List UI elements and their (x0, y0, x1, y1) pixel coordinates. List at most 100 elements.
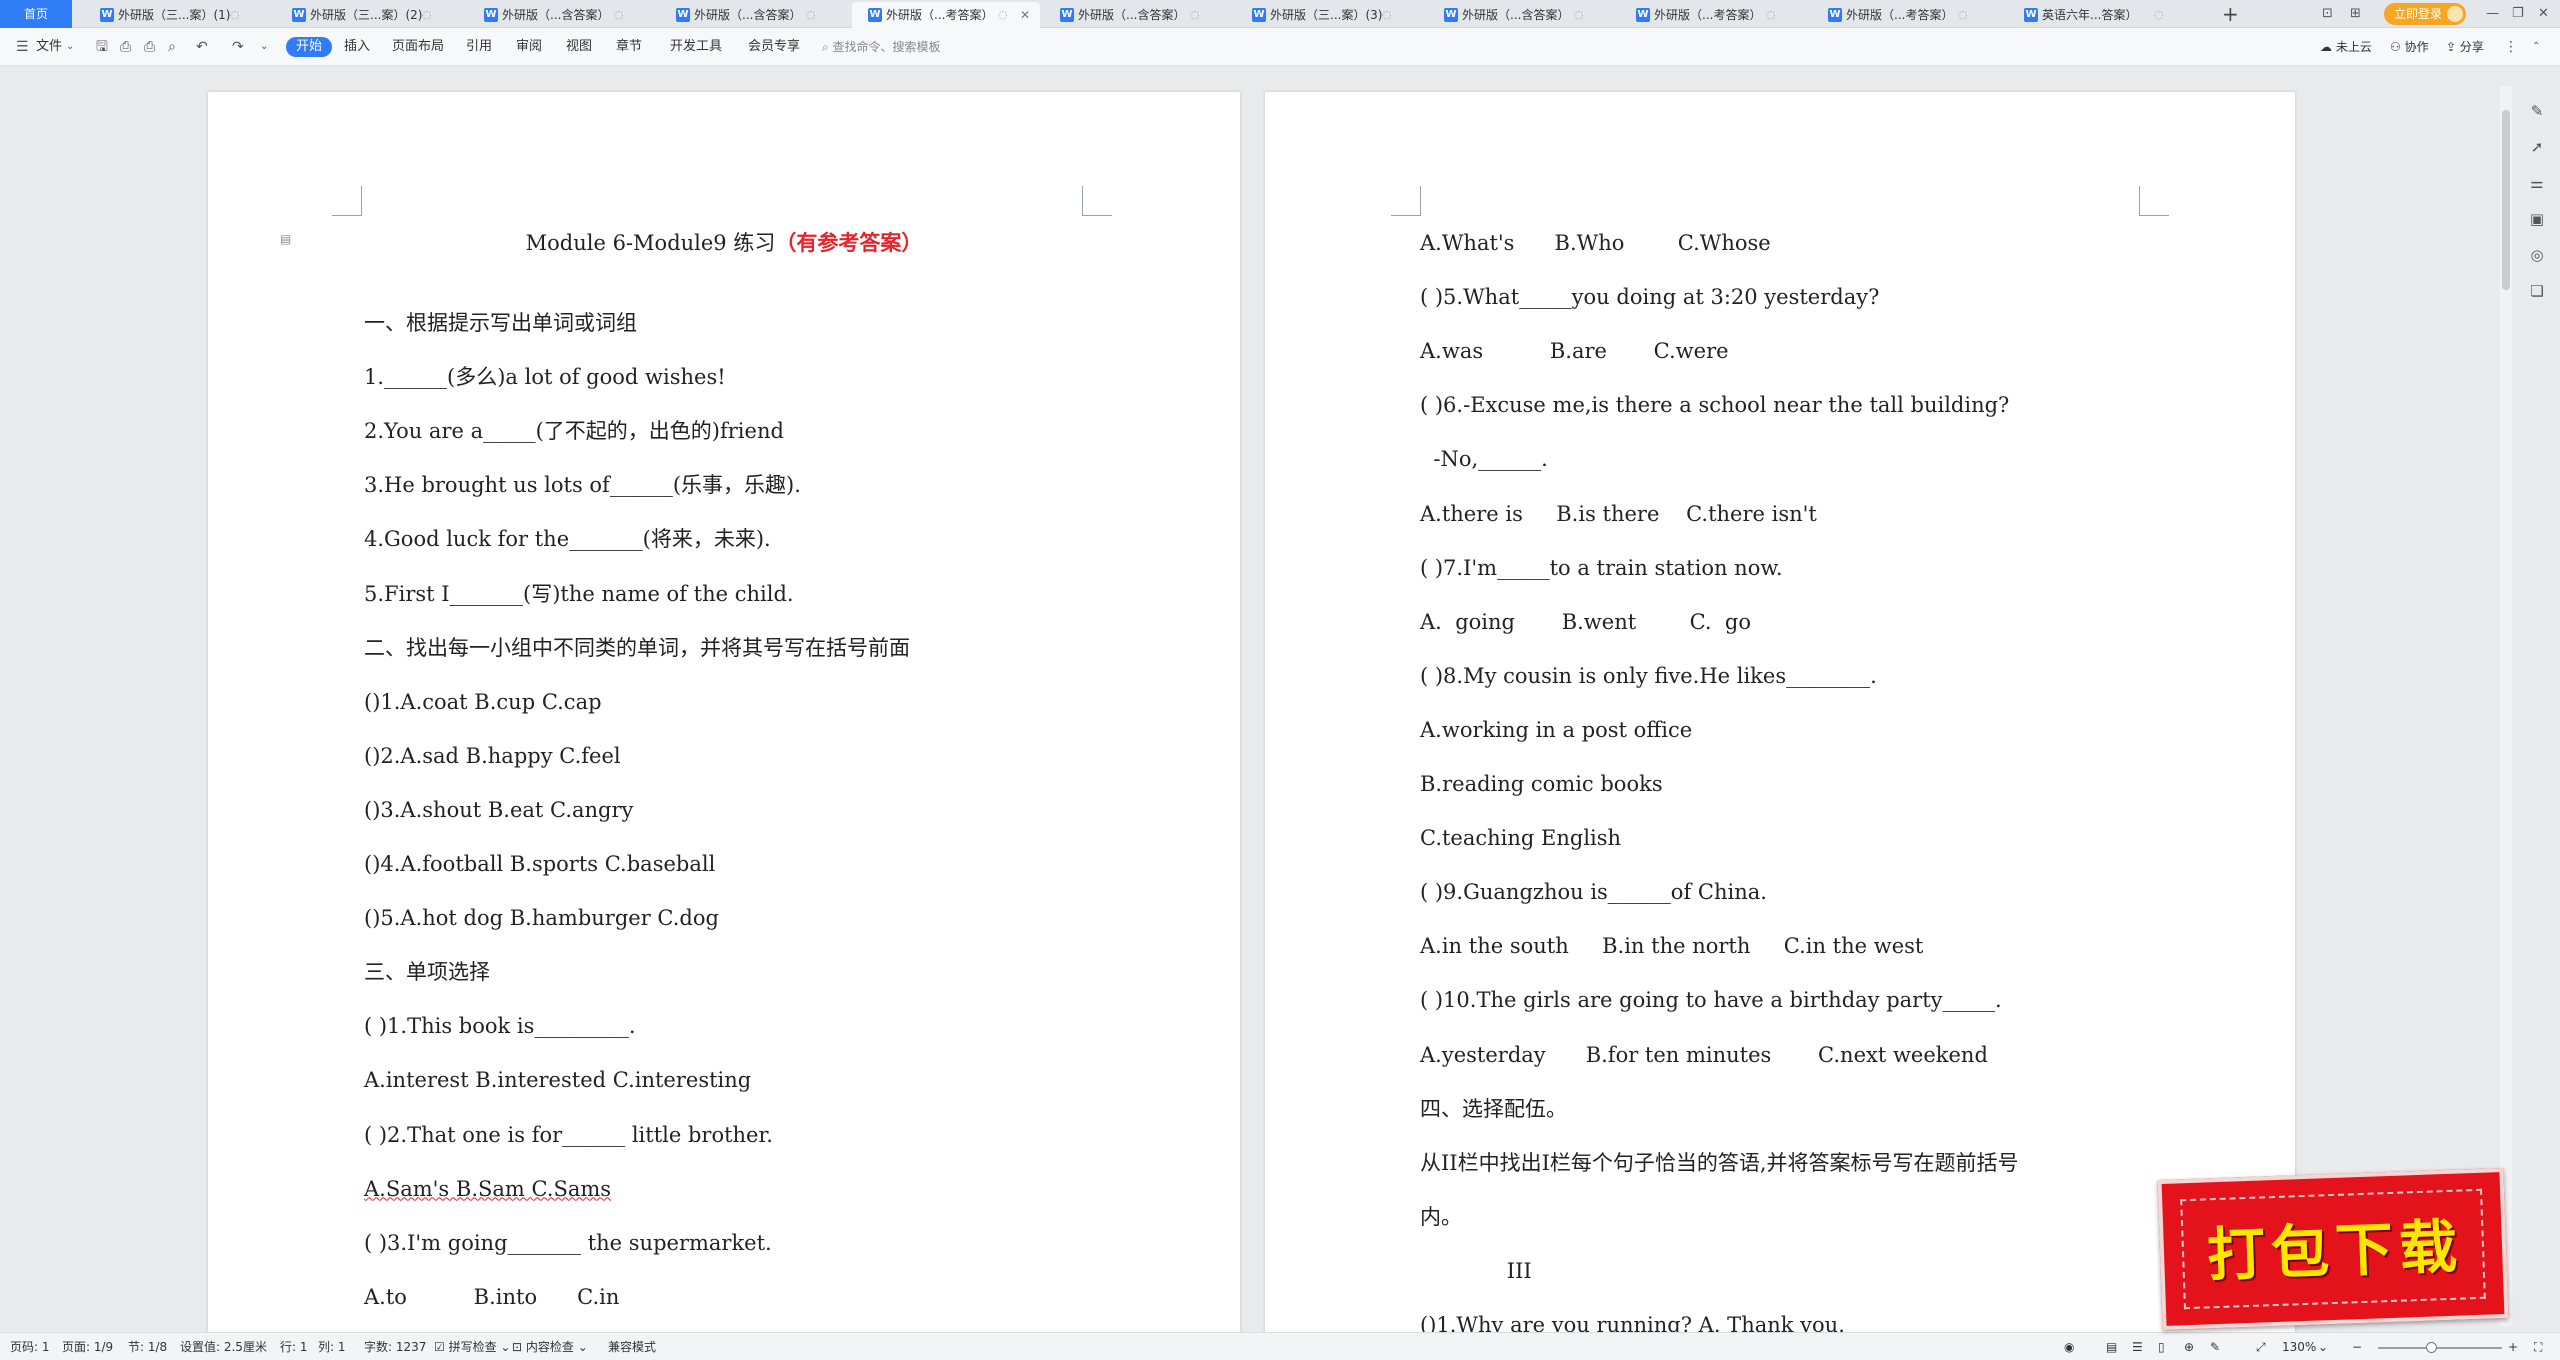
cloud-sync-icon: ◌ (1382, 8, 1392, 21)
command-search[interactable]: ⌕ 查找命令、搜索模板 (822, 37, 941, 57)
title-answer-note: （有参考答案） (775, 230, 923, 255)
save-icon[interactable]: 🖫 (96, 38, 108, 56)
fit-page-icon[interactable]: ⤢ (2256, 1338, 2266, 1356)
title-tab-bar: 首页 W 外研版（三...案）(1) ◌ W 外研版（三...案）(2) ◌ W 外研版（..… (0, 0, 2560, 28)
scrollbar-thumb[interactable] (2502, 110, 2510, 290)
ribbon-tab[interactable]: 插入 (344, 37, 370, 57)
document-tab[interactable]: W 外研版（...考答案） ◌ ✕ (852, 2, 1040, 28)
book-icon[interactable]: ❏ (2528, 282, 2546, 300)
pen-icon[interactable]: ✎ (2528, 102, 2546, 120)
ribbon-tab[interactable]: 引用 (466, 37, 492, 57)
cloud-sync-icon: ◌ (1190, 8, 1200, 21)
avatar (2447, 6, 2463, 22)
badge-inner-frame: 打包下载 (2180, 1188, 2486, 1310)
document-tab[interactable]: W 外研版（三...案）(2) ◌ (276, 2, 464, 28)
new-tab-button[interactable]: + (2222, 0, 2239, 28)
document-tab-label: 外研版（三...案）(1) (118, 8, 231, 22)
apps-grid-icon[interactable]: ⊞ (2350, 0, 2361, 28)
word-doc-icon: W (868, 8, 882, 22)
collaborate-button[interactable]: ⚇ 协作 (2390, 37, 2429, 57)
document-tab[interactable]: W 外研版（...含答案） ◌ (1044, 2, 1232, 28)
outline-view-icon[interactable]: ☰ (2132, 1338, 2143, 1356)
ribbon-tab[interactable]: 章节 (616, 37, 642, 57)
share-button[interactable]: ⇪ 分享 (2446, 37, 2484, 57)
zoom-out-icon[interactable]: − (2352, 1338, 2362, 1356)
ribbon-tab[interactable]: 页面布局 (392, 37, 444, 57)
setting-value[interactable]: 设置值: 2.5厘米 (180, 1338, 267, 1356)
adjust-icon[interactable]: ⚌ (2528, 174, 2546, 192)
document-tab[interactable]: W 外研版（...含答案） ◌ (1428, 2, 1616, 28)
document-tab[interactable]: W 外研版（三...案）(3) ◌ (1236, 2, 1424, 28)
web-view-icon[interactable]: ⊕ (2184, 1338, 2194, 1356)
document-tab[interactable]: W 外研版（...含答案） ◌ (660, 2, 848, 28)
document-line: ( )5.What_____you doing at 3:20 yesterda… (1420, 285, 1880, 310)
document-tab-label: 外研版（...考答案） (1654, 8, 1762, 22)
document-tab[interactable]: W 外研版（三...案）(1) ◌ (84, 2, 272, 28)
preview-icon[interactable]: ⌕ (168, 38, 176, 56)
page-count[interactable]: 页面: 1/9 (62, 1338, 113, 1356)
page-view-icon[interactable]: ▤ (2106, 1338, 2117, 1356)
zoom-in-icon[interactable]: + (2508, 1338, 2518, 1356)
spell-check-toggle[interactable]: ☑ 拼写检查 ⌄ (434, 1338, 510, 1356)
document-tab-label: 外研版（...含答案） (502, 8, 610, 22)
ribbon-tab[interactable]: 会员专享 (748, 37, 800, 57)
close-tab-icon[interactable]: ✕ (1020, 2, 1030, 28)
document-page-2[interactable]: A.What's B.Who C.Whose ( )5.What_____you … (1265, 92, 2295, 1340)
document-line: A.working in a post office (1420, 717, 1693, 742)
print-icon[interactable]: ⎙ (144, 38, 155, 56)
document-line: 5.First I_______(写)the name of the child… (364, 581, 794, 606)
more-icon[interactable]: ⋮ (2504, 38, 2518, 56)
cloud-sync-icon: ◌ (230, 8, 240, 21)
ribbon-tab[interactable]: 视图 (566, 37, 592, 57)
word-count[interactable]: 字数: 1237 (364, 1338, 426, 1356)
minimize-icon[interactable]: — (2486, 0, 2499, 28)
collapse-ribbon-icon[interactable]: ⌃ (2532, 38, 2540, 56)
word-doc-icon: W (676, 8, 690, 22)
export-icon[interactable]: ⎙ (120, 38, 131, 56)
file-menu[interactable]: 文件 (36, 37, 62, 57)
document-line: ( )3.I'm going_______ the supermarket. (364, 1230, 772, 1255)
document-page-1[interactable]: ▤ Module 6-Module9 练习（有参考答案） 一、根据提示写出单词或… (208, 92, 1240, 1340)
location-icon[interactable]: ◎ (2528, 246, 2546, 264)
document-line: 4.Good luck for the_______(将来，未来). (364, 527, 771, 552)
image-icon[interactable]: ▣ (2528, 210, 2546, 228)
document-line: 从II栏中找出I栏每个句子恰当的答语,并将答案标号写在题前括号 (1420, 1150, 2019, 1175)
menu-icon[interactable]: ☰ (16, 38, 29, 56)
download-badge[interactable]: 打包下载 (2157, 1168, 2509, 1330)
zoom-slider[interactable] (2378, 1347, 2502, 1349)
document-tab[interactable]: W 外研版（...考答案） ◌ (1620, 2, 1808, 28)
document-line: ()2.A.sad B.happy C.feel (364, 743, 621, 768)
word-doc-icon: W (100, 8, 114, 22)
zoom-level[interactable]: 130% (2282, 1338, 2316, 1356)
word-doc-icon: W (1252, 8, 1266, 22)
layout-icon[interactable]: ⊡ (2322, 0, 2333, 28)
zoom-dropdown-icon[interactable]: ⌄ (2318, 1338, 2328, 1356)
chevron-down-icon[interactable]: ⌄ (66, 38, 74, 56)
content-check-toggle[interactable]: ⊡ 内容检查 ⌄ (512, 1338, 588, 1356)
cursor-icon[interactable]: ➚ (2528, 138, 2546, 156)
document-tab[interactable]: W 外研版（...考答案） ◌ (1812, 2, 2000, 28)
undo-icon[interactable]: ↶ (196, 38, 208, 56)
close-window-icon[interactable]: ✕ (2538, 0, 2549, 28)
fullscreen-icon[interactable]: ⛶ (2534, 1338, 2542, 1356)
ribbon-tab[interactable]: 审阅 (516, 37, 542, 57)
customize-icon[interactable]: ⌄ (260, 38, 268, 56)
tab-home[interactable]: 首页 (0, 0, 72, 28)
document-tab[interactable]: W 外研版（...含答案） ◌ (468, 2, 656, 28)
read-view-icon[interactable]: ▯ (2158, 1338, 2165, 1356)
restore-icon[interactable]: ❐ (2512, 0, 2524, 28)
ribbon-tab[interactable]: 开始 (286, 37, 333, 57)
title-text: Module 6-Module9 练习 (525, 231, 776, 255)
login-button[interactable]: 立即登录 (2384, 3, 2466, 25)
cloud-status[interactable]: ☁ 未上云 (2320, 37, 2372, 57)
ribbon-tab[interactable]: 开发工具 (670, 37, 722, 57)
document-tab[interactable]: W 英语六年...答案） ◌ (2008, 2, 2198, 28)
redo-icon[interactable]: ↷ (232, 38, 244, 56)
cloud-sync-icon: ◌ (2154, 8, 2164, 21)
write-view-icon[interactable]: ✎ (2210, 1338, 2220, 1356)
word-doc-icon: W (1828, 8, 1842, 22)
eye-icon[interactable]: ◉ (2064, 1338, 2074, 1356)
zoom-slider-handle[interactable] (2426, 1342, 2437, 1353)
document-line: A.interest B.interested C.interesting (364, 1068, 752, 1093)
document-line: -No,______. (1420, 447, 1548, 472)
